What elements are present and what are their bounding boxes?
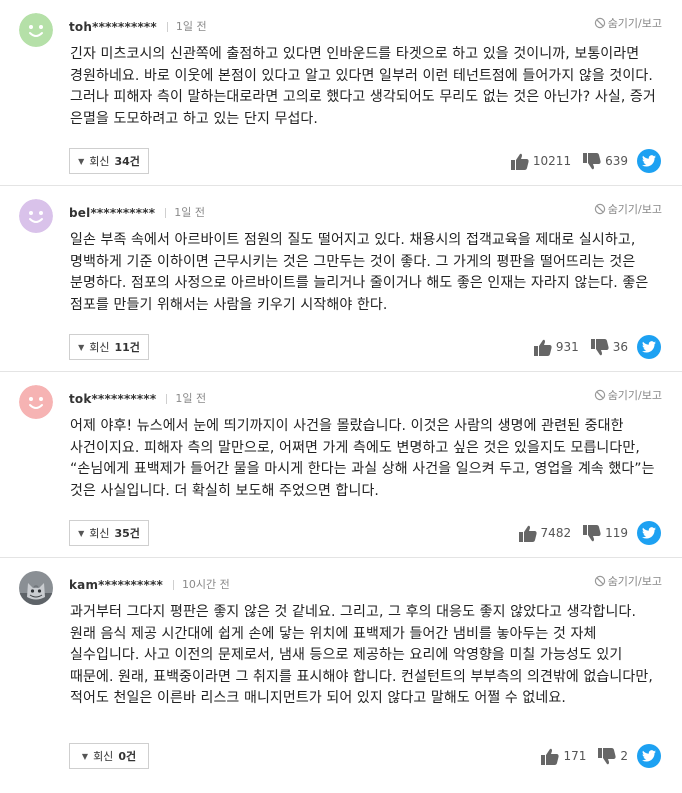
dislike-button[interactable]: 639 xyxy=(583,152,628,170)
block-icon xyxy=(594,17,605,29)
comment-actions: 7482 119 xyxy=(507,521,661,545)
caret-down-icon: ▼ xyxy=(81,751,89,761)
like-count: 7482 xyxy=(540,526,572,540)
reply-toggle-button[interactable]: ▼ 회신 11건 xyxy=(69,334,149,360)
hide-report-button[interactable]: 숨기기/보고 xyxy=(594,573,662,589)
like-button[interactable]: 7482 xyxy=(518,525,572,542)
like-button[interactable]: 10211 xyxy=(510,153,572,170)
username[interactable]: toh********** xyxy=(69,19,157,35)
block-icon xyxy=(594,389,605,401)
comment-text: 어제 야후! 뉴스에서 눈에 띄기까지이 사건을 몰랐습니다. 이것은 사람의 … xyxy=(70,418,655,499)
comment-meta: kam********** 10시간 전 xyxy=(69,577,230,593)
comment-item: kam********** 10시간 전 숨기기/보고 과거부터 그다지 평판은… xyxy=(0,558,682,793)
comment-meta: bel********** 1일 전 xyxy=(69,205,205,221)
timestamp: 1일 전 xyxy=(174,206,205,219)
thumbs-up-icon xyxy=(541,748,560,765)
comment-item: toh********** 1일 전 숨기기/보고 긴자 미츠코시의 신관쪽에 … xyxy=(0,0,682,186)
like-count: 171 xyxy=(563,749,587,763)
comment-meta: tok********** 1일 전 xyxy=(69,391,206,407)
twitter-share-button[interactable] xyxy=(637,149,661,173)
avatar-cat-photo xyxy=(19,571,53,605)
reply-toggle-button[interactable]: ▼ 회신 35건 xyxy=(69,520,149,546)
timestamp: 1일 전 xyxy=(175,392,207,405)
caret-down-icon: ▼ xyxy=(78,528,85,538)
timestamp: 1일 전 xyxy=(175,20,207,33)
thumbs-down-icon xyxy=(583,524,601,541)
reply-label: 회신 xyxy=(89,155,110,168)
hide-report-label: 숨기기/보고 xyxy=(607,17,662,30)
dislike-count: 36 xyxy=(612,340,628,354)
avatar-green-face xyxy=(19,13,53,47)
thumbs-down-icon xyxy=(583,152,601,169)
thumbs-up-icon xyxy=(533,339,552,356)
like-button[interactable]: 931 xyxy=(533,339,579,356)
reply-count: 35건 xyxy=(114,527,140,540)
dislike-button[interactable]: 2 xyxy=(598,747,628,765)
twitter-share-button[interactable] xyxy=(637,335,661,359)
block-icon xyxy=(594,203,605,215)
hide-report-label: 숨기기/보고 xyxy=(607,575,662,588)
timestamp: 10시간 전 xyxy=(181,578,230,591)
meta-divider xyxy=(165,208,167,218)
username[interactable]: tok********** xyxy=(69,391,156,407)
username[interactable]: bel********** xyxy=(69,205,155,221)
comment-actions: 171 2 xyxy=(529,744,661,768)
twitter-share-button[interactable] xyxy=(637,744,661,768)
avatar-pink-face xyxy=(19,385,53,419)
thumbs-up-icon xyxy=(510,153,529,170)
comment-text: 과거부터 그다지 평판은 좋지 않은 것 같네요. 그리고, 그 후의 대응도 … xyxy=(70,604,653,706)
like-button[interactable]: 171 xyxy=(541,748,586,765)
hide-report-button[interactable]: 숨기기/보고 xyxy=(594,387,662,403)
hide-report-label: 숨기기/보고 xyxy=(607,203,662,216)
dislike-count: 639 xyxy=(605,154,628,168)
reply-count: 0건 xyxy=(118,750,137,763)
twitter-bird-icon xyxy=(642,155,656,167)
hide-report-button[interactable]: 숨기기/보고 xyxy=(594,15,662,31)
block-icon xyxy=(594,575,605,587)
hide-report-button[interactable]: 숨기기/보고 xyxy=(594,201,662,217)
comment-text: 긴자 미츠코시의 신관쪽에 출점하고 있다면 인바운드를 타겟으로 하고 있을 … xyxy=(70,46,656,127)
dislike-count: 2 xyxy=(620,749,628,763)
like-count: 10211 xyxy=(532,154,572,168)
comment-meta: toh********** 1일 전 xyxy=(69,19,207,35)
dislike-button[interactable]: 36 xyxy=(590,338,628,356)
hide-report-label: 숨기기/보고 xyxy=(607,389,662,402)
avatar-purple-face xyxy=(19,199,53,233)
comment-actions: 931 36 xyxy=(522,335,661,359)
reply-label: 회신 xyxy=(89,527,110,540)
reply-count: 11건 xyxy=(114,341,140,354)
thumbs-down-icon xyxy=(598,747,616,764)
twitter-bird-icon xyxy=(642,527,656,539)
reply-label: 회신 xyxy=(89,341,110,354)
meta-divider xyxy=(166,394,168,404)
dislike-button[interactable]: 119 xyxy=(583,524,628,542)
comment-actions: 10211 639 xyxy=(499,149,661,173)
thumbs-up-icon xyxy=(518,525,537,542)
thumbs-down-icon xyxy=(590,338,609,355)
comment-text: 일손 부족 속에서 아르바이트 점원의 질도 떨어지고 있다. 채용시의 접객교… xyxy=(70,232,649,313)
caret-down-icon: ▼ xyxy=(78,156,85,166)
comment-item: tok********** 1일 전 숨기기/보고 어제 야후! 뉴스에서 눈에… xyxy=(0,372,682,558)
twitter-share-button[interactable] xyxy=(637,521,661,545)
caret-down-icon: ▼ xyxy=(78,342,85,352)
meta-divider xyxy=(172,580,174,590)
twitter-bird-icon xyxy=(642,750,656,762)
meta-divider xyxy=(166,22,168,32)
reply-count: 34건 xyxy=(114,155,140,168)
reply-toggle-button[interactable]: ▼ 회신 34건 xyxy=(69,148,149,174)
username[interactable]: kam********** xyxy=(69,577,163,593)
like-count: 931 xyxy=(555,340,579,354)
dislike-count: 119 xyxy=(605,526,628,540)
reply-label: 회신 xyxy=(93,750,114,763)
twitter-bird-icon xyxy=(642,341,656,353)
reply-toggle-button[interactable]: ▼ 회신 0건 xyxy=(69,743,149,769)
comment-item: bel********** 1일 전 숨기기/보고 일손 부족 속에서 아르바이… xyxy=(0,186,682,372)
